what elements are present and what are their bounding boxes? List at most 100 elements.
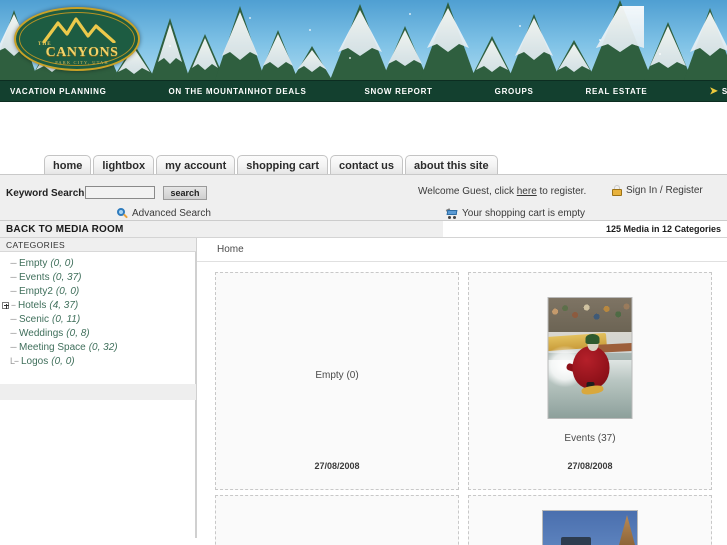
sign-in-label: Sign In / Register [626, 185, 703, 196]
category-tree: --- Empty (0, 0) --- Events (0, 37) --- … [0, 256, 196, 368]
category-count: (0, 0) [50, 257, 74, 269]
sidebar-gray-divider [0, 384, 214, 400]
media-count-label: 125 Media in 12 Categories [605, 224, 721, 234]
category-name: Meeting Space [19, 341, 86, 353]
tree-dash-icon: --- [10, 342, 17, 352]
content-pane: Home Empty (0) 27/08/2008 Events (37) 27… [197, 238, 727, 545]
tab-lightbox[interactable]: lightbox [93, 155, 155, 175]
category-cell-date: 27/08/2008 [567, 461, 613, 471]
nav-item-real-estate[interactable]: REAL ESTATE [586, 87, 648, 96]
tab-contact-us[interactable]: contact us [330, 155, 404, 175]
back-to-media-room-link[interactable]: BACK TO MEDIA ROOM [6, 224, 124, 235]
tree-dash-icon: --- [10, 314, 17, 324]
category-cell-row2-left[interactable] [215, 495, 459, 545]
tree-dash-icon: L-- [10, 356, 19, 366]
category-item-logos[interactable]: L-- Logos (0, 0) [0, 354, 196, 368]
nav-item-vacation-planning[interactable]: VACATION PLANNING [10, 87, 107, 96]
nav-item-summer-label: SUMMER [721, 86, 727, 96]
logo-name-text: CANYONS [45, 45, 119, 60]
tab-about-this-site[interactable]: about this site [405, 155, 498, 175]
breadcrumb-edge [447, 238, 727, 261]
category-cell-caption: Events (37) [564, 433, 616, 444]
thumbnail-peak-shape [619, 515, 635, 545]
search-button[interactable]: search [163, 186, 207, 200]
tab-shopping-cart[interactable]: shopping cart [237, 155, 328, 175]
category-count: (0, 8) [66, 327, 90, 339]
lock-icon [612, 185, 622, 196]
category-count: (0, 32) [88, 341, 118, 353]
tree-dash-icon: --- [10, 328, 17, 338]
category-cell-row2-right[interactable] [468, 495, 712, 545]
nav-item-on-the-mountain[interactable]: ON THE MOUNTAIN [169, 87, 254, 96]
category-cell-caption: Empty (0) [315, 370, 359, 381]
category-name: Logos [21, 355, 49, 367]
shopping-cart-icon [445, 208, 458, 219]
advanced-search-link[interactable]: Advanced Search [117, 208, 211, 219]
main-navigation: VACATION PLANNING ON THE MOUNTAIN HOT DE… [0, 80, 727, 102]
category-cell-events[interactable]: Events (37) 27/08/2008 [468, 272, 712, 490]
category-count: (0, 0) [51, 355, 75, 367]
register-link[interactable]: here [517, 186, 537, 197]
tree-dash-icon: --- [10, 258, 17, 268]
tab-my-account[interactable]: my account [156, 155, 236, 175]
breadcrumb-bar: Home [197, 238, 727, 262]
arrow-right-icon: ➤ [709, 85, 718, 97]
category-count: (4, 37) [49, 299, 79, 311]
mountain-peaks-icon [42, 17, 116, 43]
advanced-search-label: Advanced Search [132, 208, 211, 219]
search-strip: Keyword Search search [0, 175, 727, 221]
nav-item-groups[interactable]: GROUPS [495, 87, 534, 96]
secondary-tab-bar: home lightbox my account shopping cart c… [44, 155, 500, 175]
categories-sidebar: CATEGORIES --- Empty (0, 0) --- Events (… [0, 238, 214, 538]
category-name: Weddings [19, 327, 64, 339]
category-thumbnail-partial[interactable] [542, 510, 638, 545]
shopping-cart-status[interactable]: Your shopping cart is empty [445, 208, 586, 219]
magnifier-icon [117, 208, 128, 219]
category-cell-empty[interactable]: Empty (0) 27/08/2008 [215, 272, 459, 490]
keyword-search-label: Keyword Search [6, 188, 85, 199]
search-input[interactable] [85, 186, 155, 199]
category-item-empty2[interactable]: --- Empty2 (0, 0) [0, 284, 196, 298]
category-item-empty[interactable]: --- Empty (0, 0) [0, 256, 196, 270]
media-room-bar: BACK TO MEDIA ROOM 125 Media in 12 Categ… [0, 221, 727, 238]
tree-dash-icon: --- [10, 272, 17, 282]
site-logo[interactable]: THE CANYONS PARK CITY, UTAH [14, 7, 140, 71]
category-item-events[interactable]: --- Events (0, 37) [0, 270, 196, 284]
tree-dash-icon: --- [10, 286, 17, 296]
category-cell-date: 27/08/2008 [314, 461, 360, 471]
nav-item-snow-report[interactable]: SNOW REPORT [365, 87, 433, 96]
tab-home[interactable]: home [44, 155, 92, 175]
category-count: (0, 11) [52, 313, 81, 325]
category-count: (0, 37) [52, 271, 82, 283]
tree-dash-icon: -- [11, 300, 16, 310]
category-item-meeting-space[interactable]: --- Meeting Space (0, 32) [0, 340, 196, 354]
shopping-cart-label: Your shopping cart is empty [462, 208, 586, 219]
thumbnail-dark-shape [561, 537, 591, 545]
page-root: THE CANYONS PARK CITY, UTAH VACATION PLA… [0, 0, 727, 545]
category-name: Scenic [19, 313, 50, 325]
category-name: Events [19, 271, 50, 283]
sign-in-register-link[interactable]: Sign In / Register [612, 185, 703, 196]
welcome-suffix: to register. [536, 186, 587, 197]
category-grid: Empty (0) 27/08/2008 Events (37) 27/08/2… [215, 272, 727, 545]
expand-plus-icon[interactable] [2, 301, 9, 309]
category-item-scenic[interactable]: --- Scenic (0, 11) [0, 312, 196, 326]
welcome-prefix: Welcome Guest, click [418, 186, 517, 197]
nav-item-hot-deals[interactable]: HOT DEALS [254, 87, 307, 96]
categories-header-label: CATEGORIES [6, 240, 66, 250]
category-name: Empty [19, 257, 48, 269]
site-banner: THE CANYONS PARK CITY, UTAH [0, 0, 727, 80]
nav-item-summer[interactable]: ➤ SUMMER [709, 86, 727, 97]
category-count: (0, 0) [55, 285, 80, 297]
category-name: Empty2 [19, 285, 53, 297]
category-item-weddings[interactable]: --- Weddings (0, 8) [0, 326, 196, 340]
events-thumbnail-image [547, 297, 633, 419]
category-item-hotels[interactable]: -- Hotels (4, 37) [0, 298, 196, 312]
body-area: CATEGORIES --- Empty (0, 0) --- Events (… [0, 238, 727, 545]
welcome-message: Welcome Guest, click here to register. [418, 186, 586, 197]
categories-header: CATEGORIES [0, 238, 196, 252]
category-name: Hotels [18, 299, 47, 311]
category-thumbnail[interactable] [547, 297, 633, 419]
logo-subtitle-text: PARK CITY, UTAH [55, 60, 109, 65]
breadcrumb-home[interactable]: Home [217, 244, 244, 255]
